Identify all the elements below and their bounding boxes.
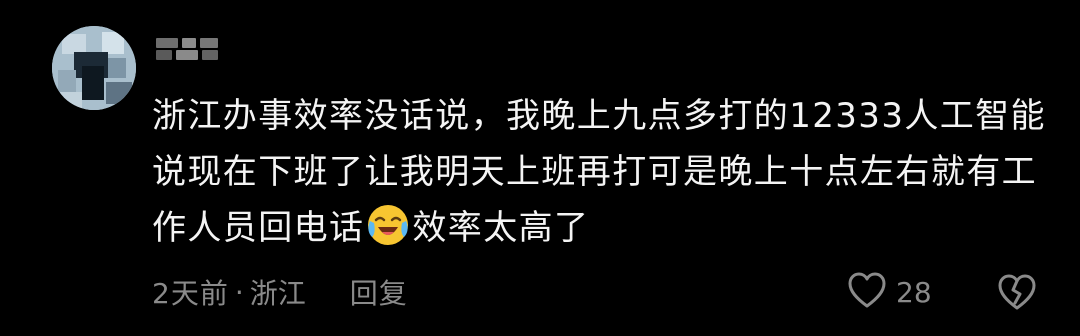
like-button[interactable]: 28 xyxy=(846,270,932,314)
comment-time: 2天前 xyxy=(152,277,229,310)
reply-button[interactable]: 回复 xyxy=(350,272,408,312)
comment-text-part1: 浙江办事效率没话说，我晚上九点多打的12333人工智能说现在下班了让我明天上班再… xyxy=(152,96,1046,248)
comment-location: 浙江 xyxy=(249,277,306,310)
comment-text-part2: 效率太高了 xyxy=(412,208,590,248)
comment-meta: 2天前 · 浙江 回复 xyxy=(152,272,408,312)
username-blurred[interactable] xyxy=(156,36,220,60)
broken-heart-icon xyxy=(996,274,1038,316)
dislike-button[interactable] xyxy=(996,270,1038,314)
comment-item: 浙江办事效率没话说，我晚上九点多打的12333人工智能说现在下班了让我明天上班再… xyxy=(0,0,1080,336)
meta-separator: · xyxy=(234,275,244,309)
crying-laughing-emoji-icon xyxy=(366,203,410,247)
like-count: 28 xyxy=(896,275,932,309)
heart-outline-icon xyxy=(846,270,888,314)
comment-text: 浙江办事效率没话说，我晚上九点多打的12333人工智能说现在下班了让我明天上班再… xyxy=(152,88,1052,256)
avatar[interactable] xyxy=(52,26,136,110)
